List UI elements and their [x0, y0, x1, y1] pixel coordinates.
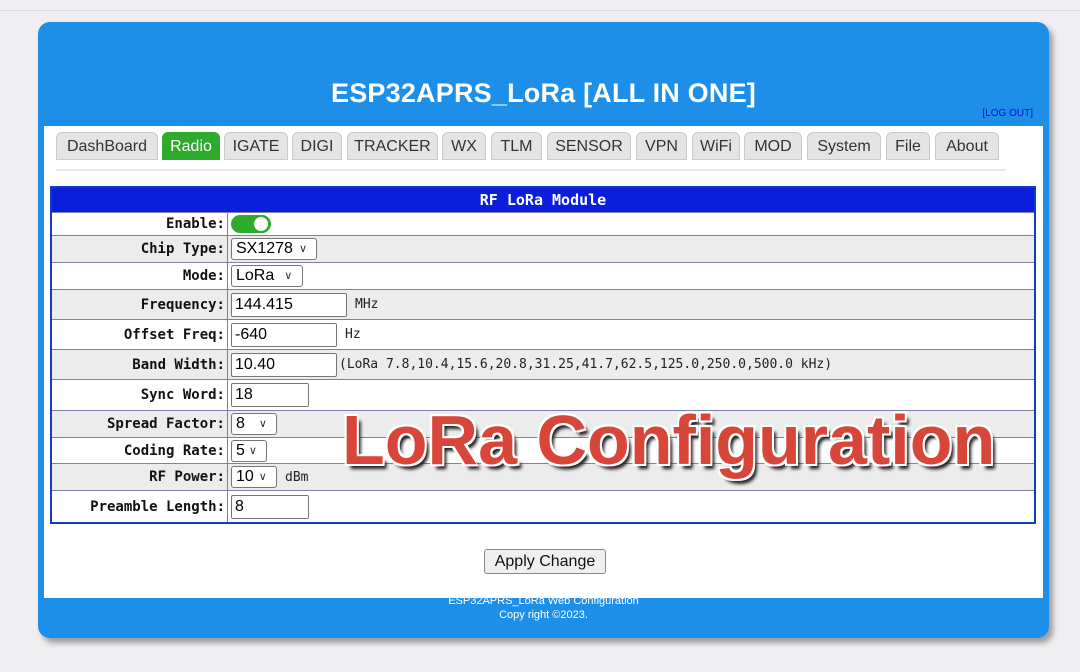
tab-wx[interactable]: WX [442, 132, 486, 160]
toggle-knob [254, 217, 268, 231]
preamble-length-input[interactable]: 8 [231, 494, 309, 519]
mode-select[interactable]: LoRa ∨ [231, 265, 303, 287]
row-preamble-length: Preamble Length: 8 [52, 490, 1034, 522]
chevron-down-icon: ∨ [258, 418, 267, 430]
chevron-down-icon: ∨ [298, 243, 307, 255]
tab-vpn[interactable]: VPN [636, 132, 687, 160]
chevron-down-icon: ∨ [258, 471, 267, 483]
spread-factor-select[interactable]: 8 ∨ [231, 413, 277, 435]
tab-sensor[interactable]: SENSOR [547, 132, 631, 160]
row-enable: Enable: [52, 212, 1034, 235]
offset-freq-label: Offset Freq: [52, 320, 228, 349]
coding-rate-select[interactable]: 5 ∨ [231, 439, 267, 462]
row-chip-type: Chip Type: SX1278 ∨ [52, 235, 1034, 262]
sync-word-input[interactable]: 18 [231, 383, 309, 407]
tab-dashboard[interactable]: DashBoard [56, 132, 158, 160]
apply-change-button[interactable]: Apply Change [484, 549, 606, 574]
tab-file[interactable]: File [886, 132, 930, 160]
frequency-input[interactable]: 144.415 [231, 292, 347, 317]
offset-freq-input[interactable]: -640 [231, 322, 337, 347]
chip-type-label: Chip Type: [52, 236, 228, 262]
band-width-label: Band Width: [52, 350, 228, 379]
coding-rate-value: 5 [236, 441, 245, 459]
rf-power-select[interactable]: 10 ∨ [231, 466, 277, 488]
tab-underline [56, 169, 1006, 171]
tab-igate[interactable]: IGATE [224, 132, 288, 160]
tab-wifi[interactable]: WiFi [692, 132, 740, 160]
spread-factor-value: 8 [236, 415, 245, 432]
tab-digi[interactable]: DIGI [292, 132, 342, 160]
tab-about[interactable]: About [935, 132, 999, 160]
coding-rate-label: Coding Rate: [52, 438, 228, 463]
mode-label: Mode: [52, 263, 228, 289]
spread-factor-label: Spread Factor: [52, 411, 228, 437]
preamble-length-label: Preamble Length: [52, 491, 228, 522]
row-band-width: Band Width: 10.40 (LoRa 7.8,10.4,15.6,20.… [52, 349, 1034, 379]
rf-power-label: RF Power: [52, 464, 228, 490]
tab-system[interactable]: System [807, 132, 881, 160]
band-width-input[interactable]: 10.40 [231, 352, 337, 377]
row-mode: Mode: LoRa ∨ [52, 262, 1034, 289]
lora-configuration-overlay-text: LoRa Configuration [342, 401, 996, 479]
top-divider [0, 10, 1080, 11]
rf-power-value: 10 [236, 468, 254, 485]
main-content: DashBoard Radio IGATE DIGI TRACKER WX TL… [44, 126, 1043, 598]
page-title: ESP32APRS_LoRa [ALL IN ONE] [331, 78, 756, 108]
tab-tlm[interactable]: TLM [491, 132, 542, 160]
row-frequency: Frequency: 144.415 MHz [52, 289, 1034, 319]
chip-type-select[interactable]: SX1278 ∨ [231, 238, 317, 260]
frequency-label: Frequency: [52, 290, 228, 319]
frequency-unit: MHz [355, 297, 379, 312]
row-offset-freq: Offset Freq: -640 Hz [52, 319, 1034, 349]
tab-tracker[interactable]: TRACKER [347, 132, 438, 160]
offset-freq-unit: Hz [345, 327, 361, 342]
app-frame: ESP32APRS_LoRa [ALL IN ONE] [LOG OUT] Da… [38, 22, 1049, 638]
footer-title: ESP32APRS_LoRa Web Configuration [448, 595, 639, 607]
panel-title: RF LoRa Module [52, 188, 1034, 212]
rf-power-unit: dBm [285, 469, 309, 485]
tab-mod[interactable]: MOD [744, 132, 802, 160]
tab-radio[interactable]: Radio [162, 132, 220, 160]
sync-word-label: Sync Word: [52, 380, 228, 410]
band-width-hint: (LoRa 7.8,10.4,15.6,20.8,31.25,41.7,62.5… [339, 357, 833, 372]
logout-link[interactable]: [LOG OUT] [982, 108, 1033, 119]
enable-label: Enable: [52, 213, 228, 235]
chevron-down-icon: ∨ [284, 270, 293, 282]
footer-copyright: Copy right ©2023. [499, 609, 588, 621]
mode-value: LoRa [236, 267, 275, 284]
enable-toggle[interactable] [231, 215, 271, 233]
chevron-down-icon: ∨ [248, 444, 257, 457]
chip-type-value: SX1278 [236, 240, 293, 257]
